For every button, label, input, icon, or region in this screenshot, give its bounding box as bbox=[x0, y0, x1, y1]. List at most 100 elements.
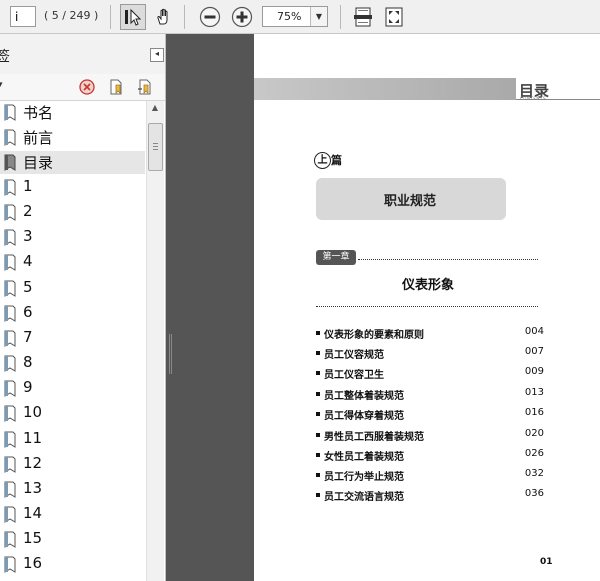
toc-entry-title: 员工行为举止规范 bbox=[324, 472, 404, 483]
bookmarks-panel: 签 ◂ ▾ 书名 前言 目录 bbox=[0, 34, 166, 581]
bullet bbox=[316, 351, 320, 355]
bookmark-label: 1 bbox=[23, 177, 33, 195]
toc-entry[interactable]: 员工得体穿着规范 016 bbox=[316, 407, 544, 423]
bookmark-label: 15 bbox=[23, 529, 43, 547]
bookmark-label: 9 bbox=[23, 378, 33, 396]
collapse-panel-button[interactable]: ◂ bbox=[150, 48, 164, 62]
scrollbar-thumb[interactable] bbox=[148, 123, 163, 171]
bookmark-label: 6 bbox=[23, 303, 33, 321]
zoom-in-button[interactable] bbox=[229, 4, 255, 30]
bookmark-scrollbar[interactable]: ▲ bbox=[146, 101, 164, 581]
toc-entry-page: 016 bbox=[524, 407, 544, 418]
bookmark-item[interactable]: 7 bbox=[0, 327, 145, 350]
bookmark-item[interactable]: 8 bbox=[0, 352, 145, 375]
bookmark-label: 14 bbox=[23, 504, 43, 522]
toc-entry[interactable]: 员工交流语言规范 036 bbox=[316, 488, 544, 504]
toc-entry-page: 004 bbox=[524, 326, 544, 337]
toc-entry-page: 020 bbox=[524, 428, 544, 439]
toolbar-separator bbox=[110, 5, 111, 29]
bookmark-item[interactable]: 2 bbox=[0, 201, 145, 224]
fit-page-icon bbox=[385, 7, 403, 27]
scroll-up-arrow[interactable]: ▲ bbox=[148, 103, 162, 117]
fit-width-button[interactable] bbox=[350, 4, 376, 30]
delete-bookmark-icon[interactable] bbox=[78, 78, 96, 96]
bookmarks-panel-header: 签 ◂ bbox=[0, 34, 165, 75]
bookmark-item[interactable]: 16 bbox=[0, 553, 145, 576]
bookmarks-toolbar: ▾ bbox=[0, 74, 165, 101]
toolbar-separator bbox=[184, 5, 185, 29]
bookmark-item[interactable]: 书名 bbox=[0, 101, 145, 124]
bookmark-item[interactable]: 1 bbox=[0, 176, 145, 199]
toc-entry[interactable]: 男性员工西服着装规范 020 bbox=[316, 428, 544, 444]
bookmark-label: 10 bbox=[23, 403, 43, 421]
zoom-level-select[interactable]: 75% ▼ bbox=[262, 6, 328, 27]
toc-entry-title: 员工整体着装规范 bbox=[324, 391, 404, 402]
new-bookmark-icon[interactable] bbox=[107, 78, 125, 96]
fit-page-button[interactable] bbox=[381, 4, 407, 30]
toc-entry[interactable]: 员工整体着装规范 013 bbox=[316, 387, 544, 403]
bookmark-icon bbox=[4, 405, 16, 422]
bookmark-label: 书名 bbox=[23, 104, 54, 122]
chevron-down-icon[interactable]: ▼ bbox=[310, 7, 327, 26]
bookmark-icon bbox=[4, 179, 16, 196]
bullet bbox=[316, 371, 320, 375]
bookmark-label: 3 bbox=[23, 227, 33, 245]
bookmark-item[interactable]: 10 bbox=[0, 402, 145, 425]
bookmark-label: 13 bbox=[23, 479, 43, 497]
page-number-input[interactable] bbox=[10, 6, 36, 27]
toc-entry-page: 036 bbox=[524, 488, 544, 499]
bookmark-item[interactable]: 前言 bbox=[0, 126, 145, 149]
options-dropdown[interactable]: ▾ bbox=[0, 80, 3, 90]
bookmark-icon bbox=[4, 556, 16, 573]
toc-entry[interactable]: 员工仪容卫生 009 bbox=[316, 366, 544, 382]
bookmark-label: 2 bbox=[23, 202, 33, 220]
document-page: 目录 CONTENTS 上 篇 职业规范 第一章 仪表形象 仪表形象的要素和原则… bbox=[254, 34, 600, 581]
bookmark-item-selected[interactable]: 目录 bbox=[0, 151, 145, 174]
zoom-out-button[interactable] bbox=[197, 4, 223, 30]
bookmark-item[interactable]: 6 bbox=[0, 302, 145, 325]
toc-entry-title: 员工得体穿着规范 bbox=[324, 411, 404, 422]
expand-bookmark-icon[interactable] bbox=[136, 78, 154, 96]
bullet bbox=[316, 331, 320, 335]
chapter-title: 仪表形象 bbox=[402, 278, 455, 293]
minus-circle-icon bbox=[199, 6, 221, 28]
bullet bbox=[316, 493, 320, 497]
bookmark-item[interactable]: 11 bbox=[0, 428, 145, 451]
bookmark-item[interactable]: 9 bbox=[0, 377, 145, 400]
toc-entry[interactable]: 仪表形象的要素和原则 004 bbox=[316, 326, 544, 342]
toc-entry[interactable]: 员工仪容规范 007 bbox=[316, 346, 544, 362]
select-tool-button[interactable] bbox=[120, 4, 146, 30]
toc-entry[interactable]: 女性员工着装规范 026 bbox=[316, 448, 544, 464]
toc-entry[interactable]: 员工行为举止规范 032 bbox=[316, 468, 544, 484]
bookmark-item[interactable]: 3 bbox=[0, 226, 145, 249]
toolbar-separator bbox=[340, 5, 341, 29]
resize-handle-icon[interactable] bbox=[167, 334, 173, 374]
part-title: 职业规范 bbox=[384, 194, 437, 209]
hand-tool-button[interactable] bbox=[151, 4, 177, 30]
toc-entry-page: 007 bbox=[524, 346, 544, 357]
bookmark-label: 目录 bbox=[23, 154, 54, 172]
bookmark-icon bbox=[4, 431, 16, 448]
chapter-dotted-rule bbox=[358, 259, 538, 260]
bullet bbox=[316, 473, 320, 477]
toc-entry-page: 026 bbox=[524, 448, 544, 459]
bookmark-item[interactable]: 5 bbox=[0, 277, 145, 300]
select-cursor-icon bbox=[125, 8, 142, 26]
bookmark-icon bbox=[4, 254, 16, 271]
bookmark-item[interactable]: 15 bbox=[0, 528, 145, 551]
bookmark-icon bbox=[4, 481, 16, 498]
document-viewer[interactable]: 目录 CONTENTS 上 篇 职业规范 第一章 仪表形象 仪表形象的要素和原则… bbox=[166, 34, 600, 581]
bookmark-item[interactable]: 4 bbox=[0, 251, 145, 274]
bookmark-item[interactable]: 14 bbox=[0, 503, 145, 526]
bookmark-label: 4 bbox=[23, 252, 33, 270]
bookmark-label: 16 bbox=[23, 554, 43, 572]
bookmark-label: 7 bbox=[23, 328, 33, 346]
page-count: ( 5 / 249 ) bbox=[44, 9, 99, 22]
bookmark-icon bbox=[4, 506, 16, 523]
page-header-subtitle: CONTENTS bbox=[520, 96, 546, 101]
bookmark-label: 11 bbox=[23, 429, 43, 447]
panel-title: 签 bbox=[0, 46, 10, 66]
bookmark-item[interactable]: 13 bbox=[0, 478, 145, 501]
bullet bbox=[316, 392, 320, 396]
bookmark-item[interactable]: 12 bbox=[0, 453, 145, 476]
